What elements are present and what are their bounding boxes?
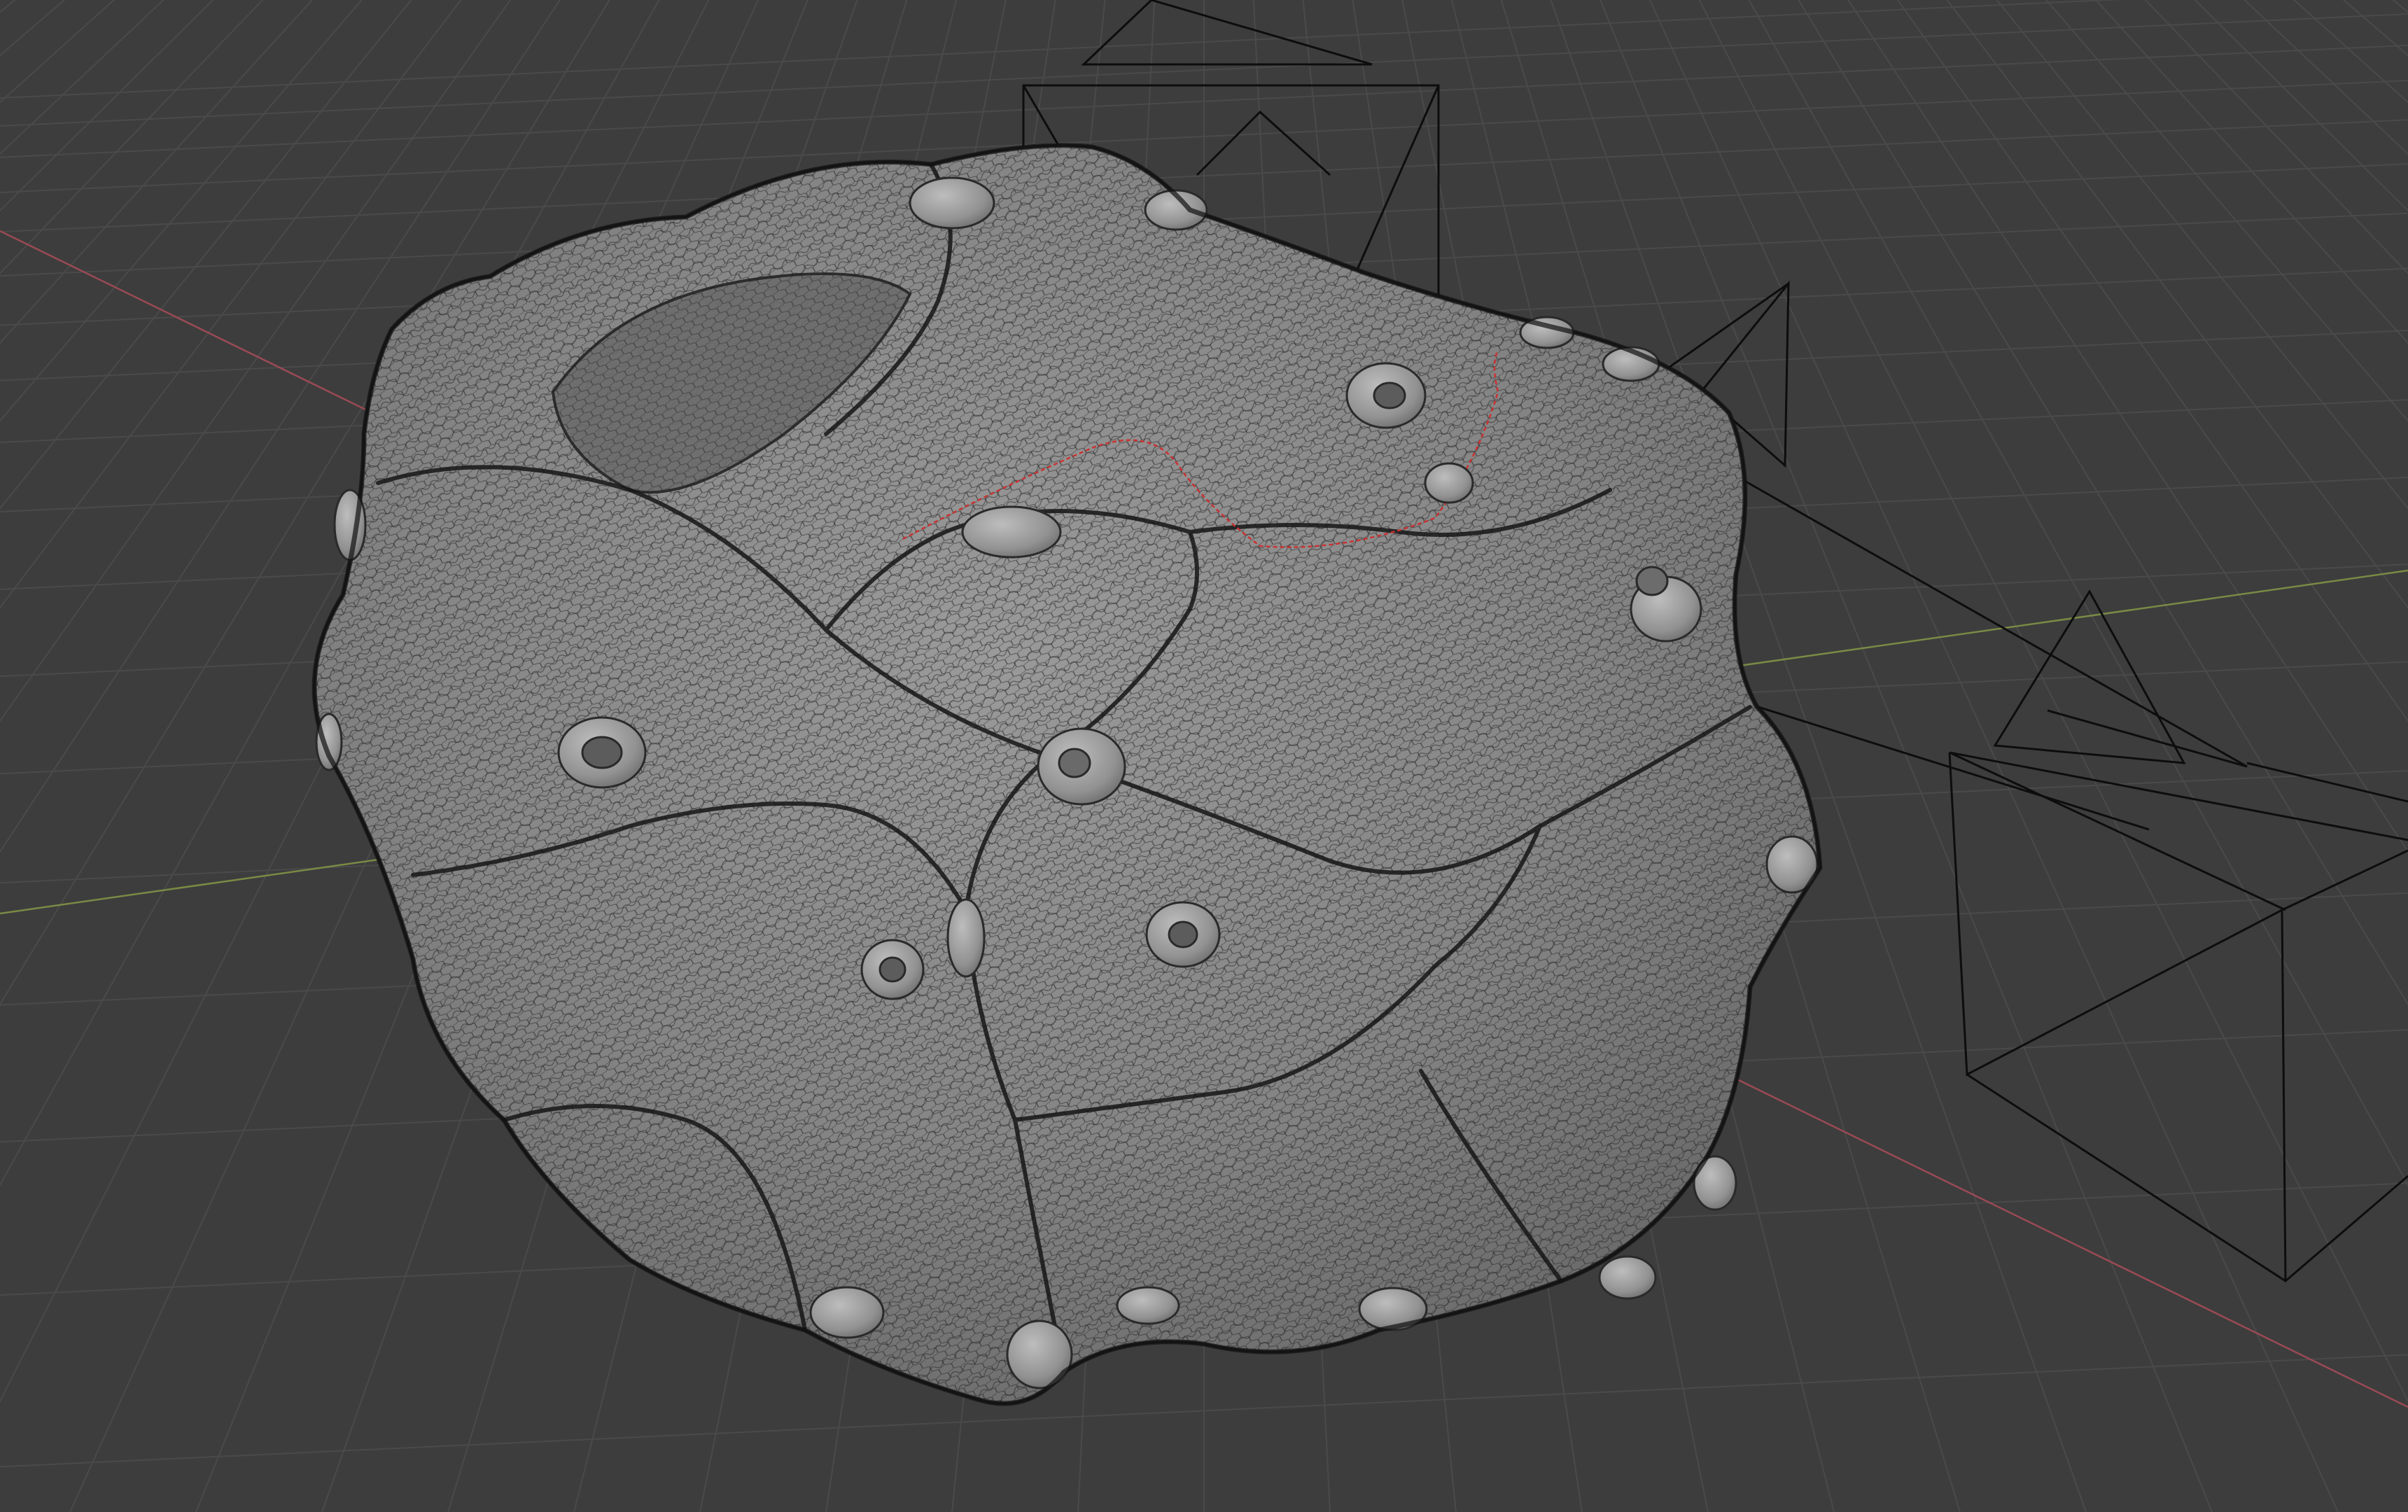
- grid-line: [1771, 0, 2408, 1512]
- grid-line: [2392, 0, 2408, 13]
- viewport-canvas[interactable]: [0, 0, 2408, 1512]
- asteroid-rock-mesh[interactable]: [312, 143, 1823, 1406]
- grid-line: [2342, 0, 2408, 57]
- 3d-viewport[interactable]: [0, 0, 2408, 1512]
- camera-right-lower-wire[interactable]: [1735, 475, 2408, 1282]
